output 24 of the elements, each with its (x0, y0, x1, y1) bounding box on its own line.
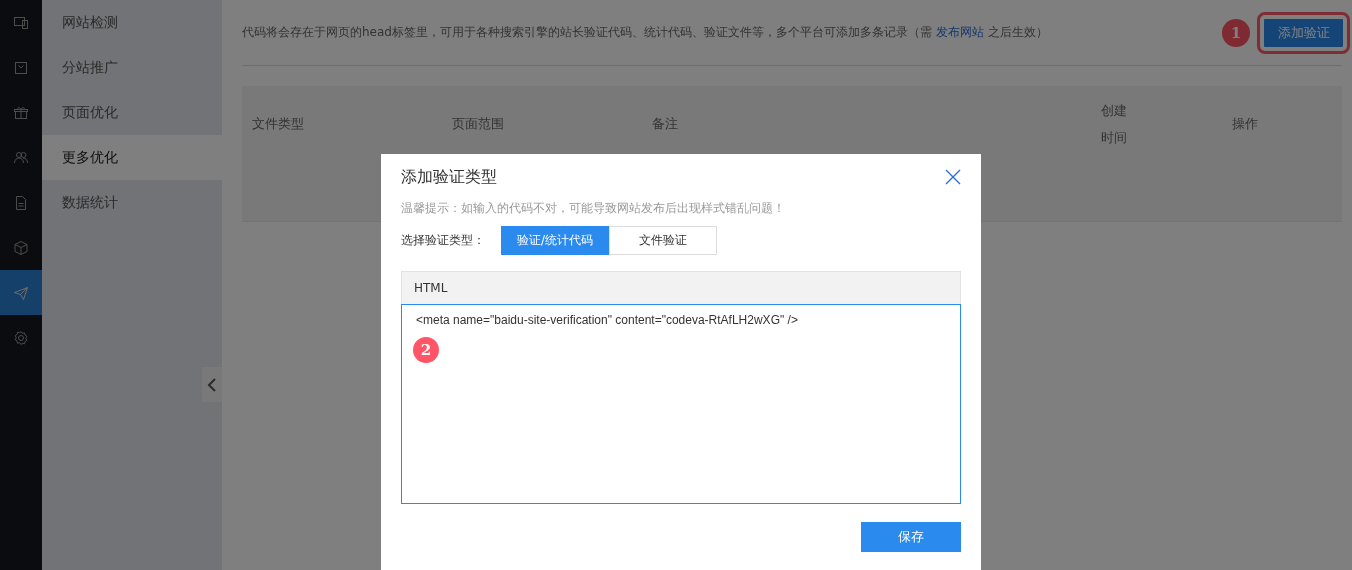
step-badge: 1 (1222, 18, 1250, 47)
publish-link[interactable]: 发布网站 (935, 25, 984, 39)
column-header: 创建时间 (1101, 101, 1128, 147)
notice-text: 代码将会存在于网页的head标签里，可用于各种搜索引擎的站长验证代码、统计代码、验证文件等，多个平台可添加多条记录（需 发布网站 之后生效） (242, 24, 1048, 41)
save-button[interactable]: 保存 (861, 522, 961, 552)
hint-text: 温馨提示：如输入的代码不对，可能导致网站发布后出现样式错乱问题！ (401, 200, 786, 216)
column-header: 备注 (652, 115, 678, 133)
close-icon[interactable] (945, 169, 961, 185)
sidebar-item[interactable]: 更多优化 (42, 135, 222, 180)
send-icon[interactable] (0, 270, 42, 315)
column-header: 页面范围 (452, 115, 504, 133)
type-option[interactable]: 文件验证 (609, 226, 717, 255)
collapse-button[interactable] (202, 367, 222, 402)
sidebar-item[interactable]: 分站推广 (42, 45, 222, 90)
chevron-left-icon (207, 377, 217, 392)
type-label: 选择验证类型： (401, 232, 486, 249)
type-option[interactable]: 验证/统计代码 (501, 226, 609, 255)
sidebar-item[interactable]: 数据统计 (42, 180, 222, 225)
column-header: 文件类型 (252, 115, 304, 133)
editor-header: HTML (401, 271, 961, 304)
column-header: 操作 (1232, 115, 1258, 133)
sidebar-item[interactable]: 页面优化 (42, 90, 222, 135)
sidebar-item[interactable]: 网站检测 (42, 0, 222, 45)
dialog-title: 添加验证类型 (401, 166, 497, 188)
